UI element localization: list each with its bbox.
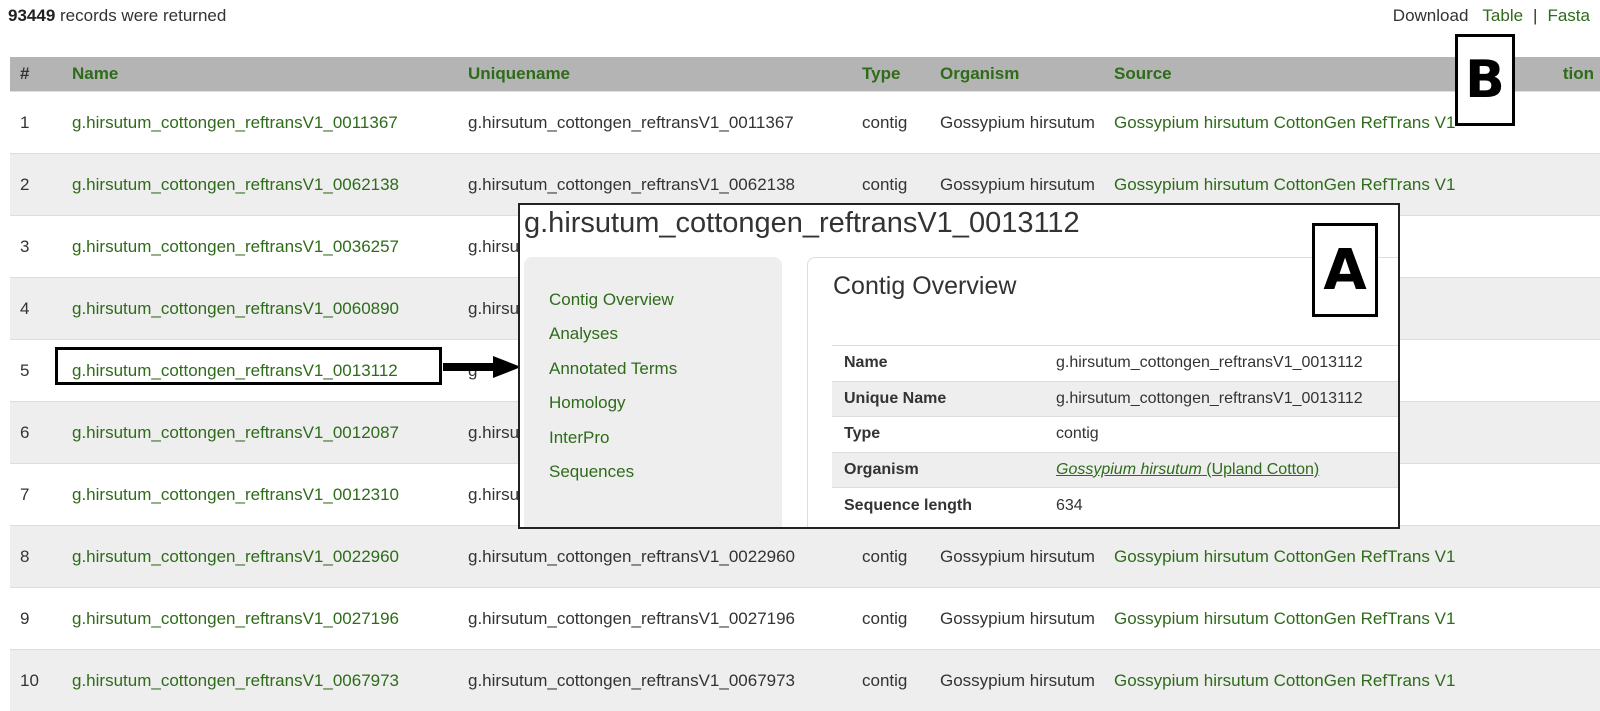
row-source-link[interactable]: Gossypium hirsutum CottonGen RefTrans V1 [1104,524,1484,587]
overview-key: Sequence length [832,487,1044,523]
column-header-uniquename[interactable]: Uniquename [458,57,852,91]
row-organism: Gossypium hirsutum [930,648,1104,711]
organism-common-name: (Upland Cotton) [1201,460,1320,478]
row-uniquename: g.hirsutum_cottongen_reftransV1_0027196 [458,586,852,649]
overview-key: Name [832,345,1044,381]
row-number: 10 [10,648,62,711]
results-header: 93449 records were returned Download Tabl… [8,4,1590,28]
table-row: 8 g.hirsutum_cottongen_reftransV1_002296… [10,524,1600,587]
row-number: 4 [10,276,62,339]
arrow-right-icon [443,356,521,378]
table-row: 1 g.hirsutum_cottongen_reftransV1_001136… [10,90,1600,153]
row-name-link[interactable]: g.hirsutum_cottongen_reftransV1_0012310 [62,462,458,525]
row-description [1484,152,1600,215]
row-name-link[interactable]: g.hirsutum_cottongen_reftransV1_0022960 [62,524,458,587]
nav-analyses[interactable]: Analyses [524,319,782,353]
row-description [1484,586,1600,649]
overview-key: Type [832,416,1044,452]
row-name-link[interactable]: g.hirsutum_cottongen_reftransV1_0036257 [62,214,458,277]
row-source-link[interactable]: Gossypium hirsutum CottonGen RefTrans V1 [1104,648,1484,711]
row-source-link[interactable]: Gossypium hirsutum CottonGen RefTrans V1 [1104,586,1484,649]
row-source-link[interactable]: Gossypium hirsutum CottonGen RefTrans V1 [1104,90,1484,153]
row-number: 8 [10,524,62,587]
row-description [1484,462,1600,525]
popup-sidebar-nav: Contig Overview Analyses Annotated Terms… [524,257,782,527]
column-header-number: # [10,57,62,91]
overview-table: Name g.hirsutum_cottongen_reftransV1_001… [832,345,1398,523]
overview-value: 634 [1044,487,1398,523]
download-fasta-link[interactable]: Fasta [1547,6,1590,25]
row-name-link[interactable]: g.hirsutum_cottongen_reftransV1_0062138 [62,152,458,215]
row-name-link[interactable]: g.hirsutum_cottongen_reftransV1_0011367 [62,90,458,153]
row-type: contig [852,586,930,649]
row-name-link[interactable]: g.hirsutum_cottongen_reftransV1_0012087 [62,400,458,463]
annotation-label-a: A [1312,223,1378,317]
row-type: contig [852,648,930,711]
column-header-name[interactable]: Name [62,57,458,91]
row-organism: Gossypium hirsutum [930,586,1104,649]
nav-homology[interactable]: Homology [524,388,782,422]
table-header-row: # Name Uniquename Type Organism Source t… [10,57,1600,91]
download-label: Download [1392,6,1469,25]
row-organism: Gossypium hirsutum [930,90,1104,153]
row-uniquename: g.hirsutum_cottongen_reftransV1_0011367 [458,90,852,153]
row-number: 6 [10,400,62,463]
annotation-label-b: B [1455,34,1515,126]
column-header-type[interactable]: Type [852,57,930,91]
overview-key: Organism [832,451,1044,488]
row-name-link[interactable]: g.hirsutum_cottongen_reftransV1_0067973 [62,648,458,711]
record-count: 93449 records were returned [8,6,226,26]
table-row: 10 g.hirsutum_cottongen_reftransV1_00679… [10,648,1600,711]
row-description [1484,400,1600,463]
row-type: contig [852,90,930,153]
overview-row-organism: Organism Gossypium hirsutum (Upland Cott… [832,451,1398,488]
row-number: 2 [10,152,62,215]
overview-key: Unique Name [832,380,1044,417]
table-row: 9 g.hirsutum_cottongen_reftransV1_002719… [10,586,1600,649]
row-name-link[interactable]: g.hirsutum_cottongen_reftransV1_0060890 [62,276,458,339]
content-title: Contig Overview [833,272,1017,300]
column-header-source[interactable]: Source [1104,57,1484,91]
row-description [1484,648,1600,711]
overview-row-unique-name: Unique Name g.hirsutum_cottongen_reftran… [832,380,1398,417]
nav-annotated-terms[interactable]: Annotated Terms [524,354,782,388]
row-name-link[interactable]: g.hirsutum_cottongen_reftransV1_0027196 [62,586,458,649]
row-description [1484,276,1600,339]
record-count-text: records were returned [55,6,227,25]
row-number: 3 [10,214,62,277]
row-type: contig [852,524,930,587]
download-links: Download Table | Fasta [1393,6,1590,26]
overview-value: g.hirsutum_cottongen_reftransV1_0013112 [1044,380,1398,417]
row-description [1484,214,1600,277]
row-number: 9 [10,586,62,649]
nav-sequences[interactable]: Sequences [524,457,782,491]
overview-value: Gossypium hirsutum (Upland Cotton) [1044,451,1398,488]
row-organism: Gossypium hirsutum [930,524,1104,587]
overview-row-type: Type contig [832,416,1398,452]
row-uniquename: g.hirsutum_cottongen_reftransV1_0067973 [458,648,852,711]
row-uniquename: g.hirsutum_cottongen_reftransV1_0022960 [458,524,852,587]
overview-value: g.hirsutum_cottongen_reftransV1_0013112 [1044,345,1398,381]
row-description [1484,524,1600,587]
organism-link[interactable]: Gossypium hirsutum (Upland Cotton) [1056,461,1319,478]
overview-row-name: Name g.hirsutum_cottongen_reftransV1_001… [832,345,1398,381]
column-header-organism[interactable]: Organism [930,57,1104,91]
download-separator: | [1533,6,1538,25]
overview-row-sequence-length: Sequence length 634 [832,487,1398,523]
row-description [1484,338,1600,401]
contig-detail-popup: g.hirsutum_cottongen_reftransV1_0013112 … [518,203,1400,529]
organism-species: Gossypium hirsutum [1056,460,1202,478]
popup-title: g.hirsutum_cottongen_reftransV1_0013112 [524,207,1080,239]
highlighted-name-box [55,347,442,385]
overview-value: contig [1044,416,1398,452]
record-count-number: 93449 [8,6,56,25]
row-number: 7 [10,462,62,525]
row-number: 1 [10,90,62,153]
nav-interpro[interactable]: InterPro [524,423,782,457]
nav-contig-overview[interactable]: Contig Overview [524,285,782,319]
download-table-link[interactable]: Table [1482,6,1523,25]
